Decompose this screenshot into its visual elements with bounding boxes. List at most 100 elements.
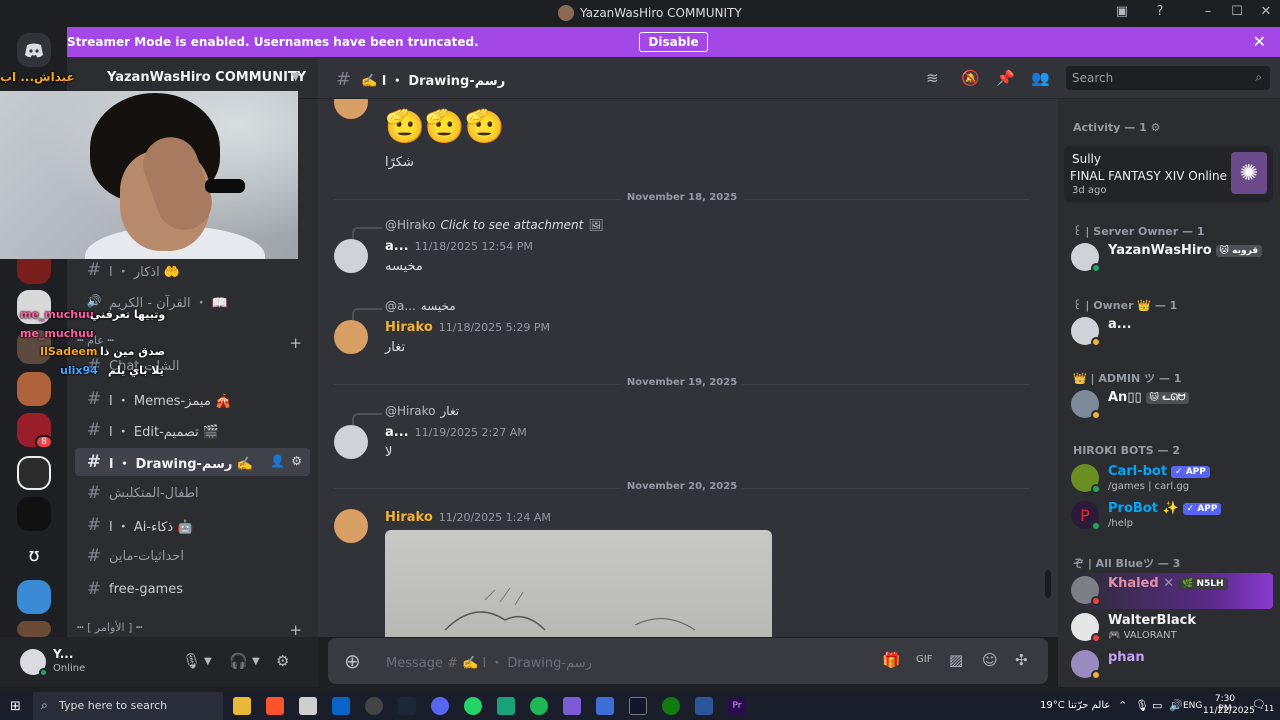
server-icon[interactable] [17, 497, 51, 531]
volume-icon[interactable]: 🔊 [1169, 699, 1183, 712]
channel-item[interactable]: # ا ・ Memes-ميمز 🎪 [75, 385, 310, 413]
clock-date[interactable]: 11/22/2025 [1203, 706, 1255, 716]
image-attachment[interactable] [385, 530, 772, 637]
whatsapp-icon[interactable] [464, 697, 482, 715]
maximize-button[interactable]: ☐ [1227, 4, 1247, 19]
app-icon[interactable] [563, 697, 581, 715]
channel-item[interactable]: # free-games [75, 575, 310, 603]
user-avatar[interactable] [334, 509, 368, 543]
dnd-status-icon [1091, 596, 1101, 606]
server-icon[interactable] [17, 580, 51, 614]
add-attachment-icon[interactable]: ⊕ [344, 649, 361, 673]
app-icon[interactable] [365, 697, 383, 715]
server-icon[interactable] [17, 372, 51, 406]
member-item[interactable]: a... [1071, 314, 1271, 350]
spotify-icon[interactable] [530, 697, 548, 715]
member-item[interactable]: Khaled ✕ 🌿 N5LH [1071, 573, 1273, 609]
server-icon[interactable] [17, 456, 51, 490]
server-icon[interactable]: ʊ [17, 538, 51, 572]
headphones-icon[interactable]: 🎧 [229, 652, 248, 670]
windows-start-icon[interactable]: ⊞ [10, 699, 21, 714]
online-status-icon [1091, 263, 1101, 273]
add-channel-icon[interactable]: + [289, 334, 302, 352]
gear-icon[interactable]: ⚙ [291, 454, 302, 468]
channel-item[interactable]: # احداثيات-ماين [75, 542, 310, 570]
app-icon[interactable] [596, 697, 614, 715]
channel-item[interactable]: # اذكار ・ ا 🤲 [75, 256, 310, 284]
premiere-icon[interactable]: Pr [728, 697, 746, 715]
user-avatar[interactable] [334, 320, 368, 354]
notifications-muted-icon[interactable]: 🔕 [961, 69, 980, 87]
reply-preview[interactable]: @Hirako Click to see attachment 🖼 [385, 218, 604, 232]
member-item[interactable]: Carl-bot ✓ APP /games | carl.gg [1071, 461, 1271, 497]
channel-item[interactable]: # ا ・ Edit-تصميم 🎬 [75, 416, 310, 444]
help-icon[interactable]: ? [1150, 4, 1170, 19]
tray-chevron-icon[interactable]: ⌃ [1118, 699, 1127, 712]
member-item[interactable]: YazanWasHiro 🐱 قروبه [1071, 240, 1271, 276]
minimize-button[interactable]: – [1198, 4, 1218, 19]
user-avatar[interactable] [334, 99, 368, 119]
date-divider-label: November 18, 2025 [620, 192, 744, 203]
chevron-down-icon[interactable]: ▼ [252, 656, 260, 667]
activity-card[interactable]: Sully FINAL FANTASY XIV Online 3d ago ✺ [1064, 146, 1273, 202]
gift-icon[interactable]: 🎁 [882, 651, 901, 669]
message-author[interactable]: Hirako [385, 510, 433, 525]
outlook-icon[interactable] [332, 697, 350, 715]
emoji-icon[interactable]: ☺ [982, 651, 998, 669]
search-input[interactable]: Search ⌕ [1066, 66, 1270, 90]
pin-icon[interactable]: 📌 [996, 69, 1015, 87]
member-list: Activity — 1 ⚙ Sully FINAL FANTASY XIV O… [1058, 99, 1280, 687]
discord-home-icon[interactable] [17, 33, 51, 67]
channel-title-group: # ✍️ ا ・ Drawing-رسم [336, 69, 505, 90]
user-avatar[interactable] [334, 239, 368, 273]
microphone-tray-icon[interactable]: 🎙 [1135, 699, 1149, 712]
chat-scrollbar[interactable] [1045, 570, 1051, 598]
message-timestamp: 11/18/2025 5:29 PM [438, 321, 550, 334]
member-item[interactable]: P ProBot ✨ ✓ APP /help [1071, 498, 1271, 534]
inbox-icon[interactable]: ▣ [1112, 4, 1132, 19]
taskbar-search[interactable]: ⌕ Type here to search [33, 692, 223, 720]
network-icon[interactable]: ▭ [1152, 699, 1162, 712]
apps-icon[interactable]: ✣ [1015, 651, 1028, 669]
server-icon[interactable]: 8 [17, 413, 53, 449]
message-author[interactable]: a... [385, 425, 409, 440]
member-list-icon[interactable]: 👥 [1031, 69, 1050, 87]
member-item[interactable]: phan [1071, 647, 1271, 683]
message-composer[interactable]: ⊕ Message # ✍️ ا ・ Drawing-رسم 🎁 GIF ▨ ☺… [328, 638, 1048, 684]
user-avatar[interactable] [334, 425, 368, 459]
channel-item[interactable]: # ا ・ Ai-ذكاء 🤖 [75, 511, 310, 539]
member-item[interactable]: An▯▯ 🐱 ᓚᘏᗢ [1071, 387, 1271, 423]
search-placeholder: Search [1072, 71, 1114, 85]
discord-taskbar-icon[interactable] [431, 697, 449, 715]
gif-icon[interactable]: GIF [916, 654, 932, 665]
weather-text[interactable]: 19°C عالم حرّتنا [1040, 700, 1110, 711]
threads-icon[interactable]: ≋ [926, 69, 939, 87]
gear-icon[interactable]: ⚙ [276, 652, 289, 670]
steam-icon[interactable] [398, 697, 416, 715]
message-timestamp: 11/19/2025 2:27 AM [414, 426, 527, 439]
close-window-button[interactable]: ✕ [1256, 4, 1276, 19]
channel-item[interactable]: # اطفال-المتكلبش [75, 479, 310, 507]
app-icon[interactable] [497, 697, 515, 715]
chevron-down-icon[interactable]: ▼ [204, 656, 212, 667]
file-explorer-icon[interactable] [233, 697, 251, 715]
dnd-status-icon [1091, 633, 1101, 643]
message-author[interactable]: Hirako [385, 320, 433, 335]
store-icon[interactable] [299, 697, 317, 715]
hash-icon: # [86, 452, 102, 472]
invite-icon[interactable]: 👤 [270, 454, 285, 468]
reply-preview[interactable]: @Hirako تغار [385, 404, 459, 418]
channel-item-selected[interactable]: # ا ・ Drawing-رسم ✍️ 👤 ⚙ [75, 448, 310, 476]
app-icon[interactable] [629, 697, 647, 715]
xbox-icon[interactable] [662, 697, 680, 715]
message-author[interactable]: a... [385, 239, 409, 254]
reply-preview[interactable]: @a... مخيسه [385, 299, 456, 313]
member-item[interactable]: WalterBlack 🎮 VALORANT [1071, 610, 1271, 646]
language-indicator[interactable]: ENG [1183, 701, 1202, 711]
close-banner-icon[interactable]: ✕ [1253, 32, 1266, 51]
sticker-icon[interactable]: ▨ [949, 651, 963, 669]
word-icon[interactable] [695, 697, 713, 715]
brave-browser-icon[interactable] [266, 697, 284, 715]
microphone-icon[interactable]: 🎙 [182, 652, 201, 670]
server-icon[interactable] [17, 621, 51, 637]
